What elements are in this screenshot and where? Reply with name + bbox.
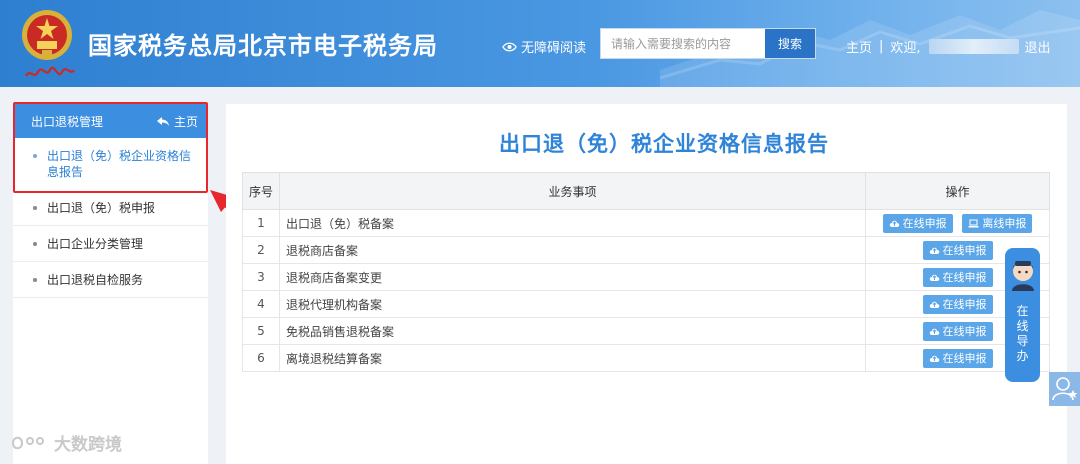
online-declare-label: 在线申报 — [942, 271, 987, 284]
main-panel: 出口退（免）税企业资格信息报告 序号 业务事项 操作 1 出口退（免）税备案 在… — [226, 104, 1067, 464]
table-row: 1 出口退（免）税备案 在线申报 离线申报 — [242, 209, 1050, 237]
cloud-upload-icon — [929, 328, 939, 335]
row-item: 免税品销售退税备案 — [279, 317, 866, 345]
online-declare-label: 在线申报 — [942, 352, 987, 365]
header-ops: 操作 — [865, 172, 1050, 210]
site-title: 国家税务总局北京市电子税务局 — [88, 32, 438, 60]
table-row: 4 退税代理机构备案 在线申报 — [242, 290, 1050, 318]
cloud-upload-icon — [929, 355, 939, 362]
online-declare-button[interactable]: 在线申报 — [882, 213, 953, 233]
header-item: 业务事项 — [279, 172, 866, 210]
row-item: 退税代理机构备案 — [279, 290, 866, 318]
eye-icon — [502, 42, 517, 51]
page-title: 出口退（免）税企业资格信息报告 — [499, 132, 829, 156]
row-index: 1 — [242, 209, 280, 237]
search-box: 搜索 — [600, 28, 816, 59]
offline-declare-button[interactable]: 离线申报 — [962, 213, 1033, 233]
table-header-row: 序号 业务事项 操作 — [242, 172, 1050, 210]
table-row: 6 离境退税结算备案 在线申报 — [242, 344, 1050, 372]
table-row: 5 免税品销售退税备案 在线申报 — [242, 317, 1050, 345]
accessibility-link[interactable]: 无障碍阅读 — [502, 37, 586, 56]
row-ops: 在线申报 离线申报 — [865, 209, 1050, 237]
online-guide-button[interactable]: 在线导办 — [1005, 248, 1040, 382]
cloud-upload-icon — [929, 301, 939, 308]
online-declare-button[interactable]: 在线申报 — [922, 348, 993, 368]
row-index: 5 — [242, 317, 280, 345]
cloud-upload-icon — [929, 274, 939, 281]
accessibility-label: 无障碍阅读 — [521, 41, 587, 56]
sidebar-item-declaration[interactable]: 出口退（免）税申报 — [13, 190, 208, 226]
top-header: 国家税务总局北京市电子税务局 无障碍阅读 搜索 主页 | 欢迎, 退出 — [0, 0, 1080, 87]
sidebar-item-label: 出口退税自检服务 — [47, 273, 144, 287]
bullet-icon — [33, 278, 37, 282]
sidebar-item-label: 出口退（免）税申报 — [47, 201, 156, 215]
row-item: 出口退（免）税备案 — [279, 209, 866, 237]
nav-separator: | — [879, 39, 884, 54]
customer-service-avatar-icon — [1012, 261, 1034, 291]
blurred-username — [928, 39, 1019, 54]
watermark: 大数跨境 — [10, 430, 122, 455]
row-item: 退税商店备案 — [279, 236, 866, 264]
row-index: 3 — [242, 263, 280, 291]
watermark-logo-icon — [12, 436, 44, 449]
nav-logout-link[interactable]: 退出 — [1025, 37, 1051, 56]
business-table: 序号 业务事项 操作 1 出口退（免）税备案 在线申报 离线申报 2 退税商店备… — [242, 172, 1050, 372]
row-item: 退税商店备案变更 — [279, 263, 866, 291]
row-item: 离境退税结算备案 — [279, 344, 866, 372]
online-declare-label: 在线申报 — [942, 298, 987, 311]
online-declare-button[interactable]: 在线申报 — [922, 294, 993, 314]
table-row: 2 退税商店备案 在线申报 — [242, 236, 1050, 264]
search-input[interactable] — [601, 29, 765, 58]
row-index: 4 — [242, 290, 280, 318]
online-declare-button[interactable]: 在线申报 — [922, 240, 993, 260]
user-service-float-button[interactable] — [1049, 372, 1080, 406]
online-declare-label: 在线申报 — [902, 217, 947, 230]
sidebar-item-label: 出口企业分类管理 — [47, 237, 144, 251]
nav-welcome: 欢迎, — [890, 41, 921, 56]
online-declare-button[interactable]: 在线申报 — [922, 321, 993, 341]
cloud-upload-icon — [889, 220, 899, 227]
search-button[interactable]: 搜索 — [765, 29, 815, 58]
offline-declare-label: 离线申报 — [982, 217, 1027, 230]
laptop-icon — [968, 219, 979, 227]
nav-home-link[interactable]: 主页 — [846, 37, 872, 56]
bullet-icon — [33, 206, 37, 210]
bullet-icon — [33, 242, 37, 246]
watermark-text: 大数跨境 — [54, 435, 122, 455]
sidebar-item-self-check[interactable]: 出口退税自检服务 — [13, 262, 208, 298]
online-declare-label: 在线申报 — [942, 244, 987, 257]
annotation-highlight-box — [13, 102, 208, 193]
top-nav: 主页 | 欢迎, 退出 — [846, 37, 1051, 56]
header-index: 序号 — [242, 172, 280, 210]
calligraphy-logo-icon — [25, 66, 75, 77]
tax-emblem-icon — [22, 10, 72, 60]
sidebar-item-classification[interactable]: 出口企业分类管理 — [13, 226, 208, 262]
row-index: 2 — [242, 236, 280, 264]
user-icon — [1052, 377, 1078, 401]
online-guide-label: 在线导办 — [1016, 304, 1029, 363]
online-declare-label: 在线申报 — [942, 325, 987, 338]
row-index: 6 — [242, 344, 280, 372]
online-declare-button[interactable]: 在线申报 — [922, 267, 993, 287]
cloud-upload-icon — [929, 247, 939, 254]
table-row: 3 退税商店备案变更 在线申报 — [242, 263, 1050, 291]
